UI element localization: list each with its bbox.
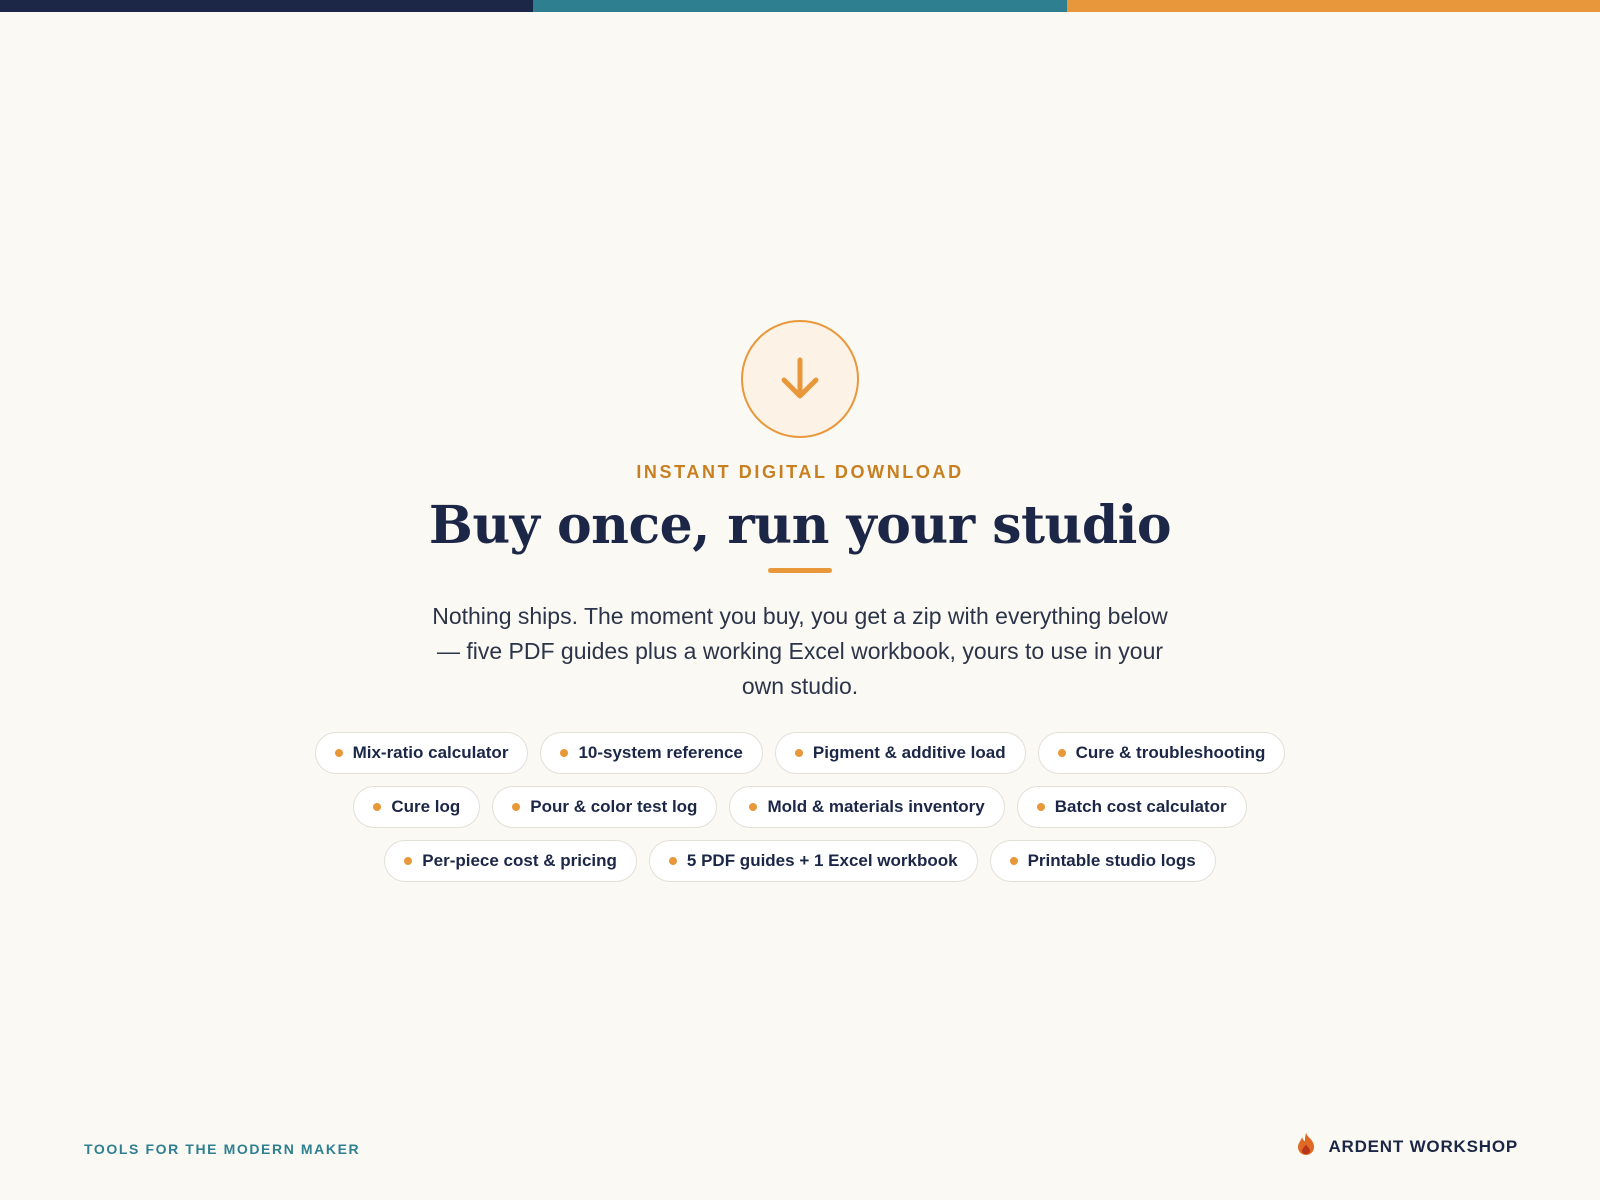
feature-chip: Printable studio logs: [989, 840, 1216, 882]
feature-chip: Pigment & additive load: [774, 732, 1026, 774]
feature-chip: Mold & materials inventory: [729, 786, 1005, 828]
bullet-dot-icon: [404, 857, 413, 865]
bullet-dot-icon: [1036, 803, 1045, 811]
bullet-dot-icon: [373, 803, 382, 811]
feature-chip: Mix-ratio calculator: [314, 732, 529, 774]
top-color-bar: [0, 0, 1600, 12]
brand-lockup: ARDENT WORKSHOP: [1296, 1132, 1518, 1161]
bullet-dot-icon: [749, 803, 758, 811]
feature-chip-label: Mold & materials inventory: [767, 797, 985, 816]
bullet-dot-icon: [334, 749, 343, 757]
feature-chip-label: Cure log: [391, 797, 461, 816]
bullet-dot-icon: [560, 749, 569, 757]
top-bar-orange-segment: [1066, 0, 1600, 12]
feature-chip-label: 5 PDF guides + 1 Excel workbook: [686, 851, 958, 870]
feature-chip: 10-system reference: [540, 732, 763, 774]
feature-chip-label: Batch cost calculator: [1054, 797, 1227, 816]
feature-chip-label: Pour & color test log: [530, 797, 698, 816]
feature-chip: Cure & troubleshooting: [1037, 732, 1286, 774]
feature-chip-label: Per-piece cost & pricing: [422, 851, 617, 870]
top-bar-teal-segment: [533, 0, 1067, 12]
feature-chip-label: Mix-ratio calculator: [352, 743, 509, 762]
brand-name: ARDENT WORKSHOP: [1328, 1136, 1518, 1156]
feature-chip-label: Cure & troubleshooting: [1075, 743, 1266, 762]
feature-chip-list: Mix-ratio calculator 10-system reference…: [300, 732, 1300, 882]
feature-chip: Per-piece cost & pricing: [384, 840, 637, 882]
bullet-dot-icon: [668, 857, 677, 865]
hero-description: Nothing ships. The moment you buy, you g…: [432, 603, 1168, 699]
feature-chip: Pour & color test log: [492, 786, 718, 828]
hero-eyebrow: INSTANT DIGITAL DOWNLOAD: [636, 462, 964, 482]
hero-section: INSTANT DIGITAL DOWNLOAD Buy once, run y…: [0, 320, 1600, 882]
top-bar-navy-segment: [0, 0, 534, 12]
feature-chip: Batch cost calculator: [1016, 786, 1247, 828]
flame-icon: [1296, 1132, 1316, 1161]
bullet-dot-icon: [1009, 857, 1018, 865]
feature-chip-label: Pigment & additive load: [812, 743, 1006, 762]
feature-chip-label: 10-system reference: [578, 743, 743, 762]
bullet-dot-icon: [794, 749, 803, 757]
feature-chip: Cure log: [353, 786, 481, 828]
title-underline: [768, 568, 832, 573]
download-arrow-icon: [741, 320, 859, 438]
footer-tagline: TOOLS FOR THE MODERN MAKER: [84, 1141, 361, 1157]
feature-chip: 5 PDF guides + 1 Excel workbook: [648, 840, 978, 882]
page-title: Buy once, run your studio: [428, 495, 1172, 556]
bullet-dot-icon: [512, 803, 521, 811]
bullet-dot-icon: [1057, 749, 1066, 757]
feature-chip-label: Printable studio logs: [1027, 851, 1196, 870]
